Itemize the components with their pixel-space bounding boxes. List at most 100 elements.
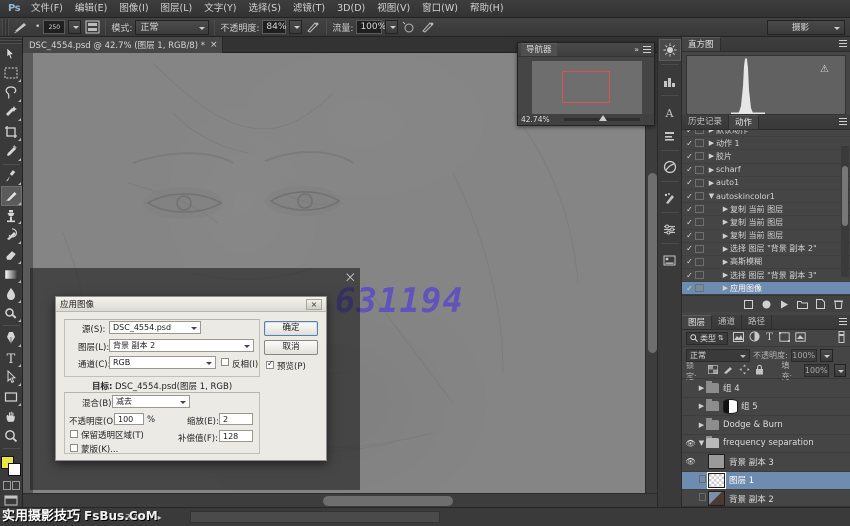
action-modal-box[interactable] bbox=[695, 258, 704, 266]
chevron-right-icon[interactable]: ▶ bbox=[707, 179, 716, 187]
dock-info-icon[interactable] bbox=[659, 249, 681, 271]
action-modal-box[interactable] bbox=[695, 245, 704, 253]
action-toggle-check[interactable]: ✓ bbox=[684, 205, 695, 214]
path-selection-tool[interactable] bbox=[1, 368, 22, 388]
stop-icon[interactable] bbox=[743, 299, 754, 310]
menu-3d[interactable]: 3D(D) bbox=[331, 0, 371, 18]
tab-history[interactable]: 历史记录 bbox=[682, 115, 729, 129]
workspace-selector[interactable]: 摄影 bbox=[767, 20, 845, 35]
action-toggle-check[interactable]: ✓ bbox=[684, 165, 695, 174]
action-row[interactable]: ✓ ▶ 复制 当前 图层 bbox=[682, 203, 850, 216]
histogram-panel-controls[interactable] bbox=[839, 40, 847, 47]
menu-edit[interactable]: 编辑(E) bbox=[69, 0, 113, 18]
navigator-thumbnail[interactable] bbox=[532, 61, 642, 116]
filter-type-icon[interactable]: T bbox=[765, 331, 774, 345]
record-icon[interactable] bbox=[761, 299, 772, 310]
brush-size-field[interactable]: 250 bbox=[43, 20, 65, 34]
panel-menu-icon[interactable] bbox=[839, 318, 847, 325]
layer-row[interactable]: 👁 ▼ frequency separation bbox=[682, 435, 850, 454]
document-tab[interactable]: DSC_4554.psd @ 42.7% (图层 1, RGB/8) * × bbox=[23, 37, 223, 53]
navigator-panel-title-bar[interactable]: 导航器 » bbox=[518, 43, 654, 57]
action-modal-box[interactable] bbox=[695, 166, 704, 174]
tab-histogram[interactable]: 直方图 bbox=[682, 37, 721, 51]
gradient-tool[interactable] bbox=[1, 265, 22, 285]
layer-select[interactable]: 背景 副本 2 bbox=[109, 339, 254, 352]
lock-all-icon[interactable] bbox=[755, 364, 764, 377]
action-row[interactable]: ✓ ▶ scharf bbox=[682, 164, 850, 177]
marquee-tool[interactable] bbox=[1, 63, 22, 83]
layer-opacity-dropdown[interactable] bbox=[820, 349, 833, 362]
dock-adjustments-icon[interactable] bbox=[659, 39, 681, 61]
color-swatches[interactable] bbox=[0, 455, 22, 477]
chevron-right-icon[interactable]: ▶ bbox=[697, 384, 706, 392]
menu-type[interactable]: 文字(Y) bbox=[198, 0, 242, 18]
collapse-icon[interactable]: » bbox=[634, 45, 639, 54]
delete-icon[interactable] bbox=[833, 299, 844, 310]
action-toggle-check[interactable]: ✓ bbox=[684, 178, 695, 187]
filter-pixel-icon[interactable] bbox=[733, 332, 744, 345]
opacity-pressure-icon[interactable] bbox=[305, 19, 321, 35]
type-tool[interactable]: T bbox=[1, 348, 22, 368]
action-toggle-check[interactable]: ✓ bbox=[684, 257, 695, 266]
new-set-icon[interactable] bbox=[797, 299, 808, 310]
shape-tool[interactable] bbox=[1, 387, 22, 407]
mask-checkbox[interactable] bbox=[70, 444, 78, 452]
flow-pressure-icon[interactable] bbox=[420, 19, 436, 35]
healing-brush-tool[interactable] bbox=[1, 167, 22, 187]
layer-mask-thumbnail[interactable] bbox=[723, 399, 738, 414]
menu-filter[interactable]: 滤镜(T) bbox=[287, 0, 331, 18]
actions-scroll-thumb[interactable] bbox=[842, 166, 848, 226]
panel-menu-icon[interactable] bbox=[839, 118, 847, 125]
navigator-view-rect[interactable] bbox=[562, 71, 610, 103]
layer-thumbnail[interactable] bbox=[708, 473, 725, 488]
blend-select[interactable]: 减去 bbox=[112, 395, 190, 408]
chevron-right-icon[interactable]: ▶ bbox=[721, 258, 730, 266]
chevron-right-icon[interactable]: ▶ bbox=[697, 421, 706, 429]
action-toggle-check[interactable]: ✓ bbox=[684, 284, 695, 293]
airbrush-icon[interactable] bbox=[401, 19, 417, 35]
action-toggle-check[interactable]: ✓ bbox=[684, 218, 695, 227]
action-modal-box[interactable] bbox=[695, 192, 704, 200]
chevron-right-icon[interactable]: ▶ bbox=[721, 232, 730, 240]
layers-panel-controls[interactable] bbox=[839, 318, 847, 325]
layer-visibility-toggle[interactable]: 👁 bbox=[684, 457, 697, 466]
action-modal-box[interactable] bbox=[695, 130, 704, 134]
chevron-down-icon[interactable]: ⇅ bbox=[718, 334, 724, 342]
layer-row-selected[interactable]: 图层 1 bbox=[682, 472, 850, 491]
channel-select[interactable]: RGB bbox=[109, 356, 216, 369]
chevron-right-icon[interactable]: ▶ bbox=[707, 139, 716, 147]
brush-tool[interactable] bbox=[1, 186, 22, 206]
layer-blend-mode-select[interactable]: 正常 bbox=[686, 349, 750, 362]
action-row[interactable]: ✓ ▶ 高斯模糊 bbox=[682, 256, 850, 269]
action-row-selected[interactable]: ✓ ▶ 应用图像 bbox=[682, 282, 850, 295]
layer-row[interactable]: ▶ Dodge & Burn bbox=[682, 416, 850, 435]
layer-row[interactable]: ▶ 组 4 bbox=[682, 379, 850, 398]
flow-dropdown[interactable] bbox=[385, 20, 398, 34]
chevron-down-icon[interactable]: ▼ bbox=[707, 192, 716, 200]
blur-tool[interactable] bbox=[1, 284, 22, 304]
filter-adjustment-icon[interactable] bbox=[749, 331, 760, 345]
brush-size-dropdown[interactable] bbox=[68, 20, 81, 34]
cancel-button[interactable]: 取消 bbox=[264, 340, 318, 355]
move-tool[interactable] bbox=[1, 44, 22, 64]
tools-panel-grip[interactable] bbox=[0, 37, 22, 44]
chevron-right-icon[interactable]: ▶ bbox=[721, 271, 730, 279]
tab-layers[interactable]: 图层 bbox=[682, 315, 712, 329]
dialog-title-bar[interactable]: 应用图像 × bbox=[56, 297, 326, 312]
hand-tool[interactable] bbox=[1, 407, 22, 427]
chevron-right-icon[interactable]: ▶ bbox=[721, 218, 730, 226]
chevron-down-icon[interactable]: ▼ bbox=[697, 439, 706, 447]
dialog-close-button[interactable]: × bbox=[306, 299, 322, 310]
action-modal-box[interactable] bbox=[695, 179, 704, 187]
action-row[interactable]: ✓ ▶ 选择 图层 "背景 副本 3" bbox=[682, 269, 850, 282]
action-toggle-check[interactable]: ✓ bbox=[684, 152, 695, 161]
tab-paths[interactable]: 路径 bbox=[742, 315, 772, 329]
dock-properties-icon[interactable] bbox=[659, 218, 681, 240]
preserve-transparency-checkbox[interactable] bbox=[70, 430, 78, 438]
dock-paragraph-icon[interactable] bbox=[659, 125, 681, 147]
action-row[interactable]: ✓ ▶ 选择 图层 "背景 副本 2" bbox=[682, 243, 850, 256]
chevron-right-icon[interactable]: ▶ bbox=[721, 205, 730, 213]
actions-list[interactable]: ✓ ▶ 默认动作 ✓ ▶ 动作 1 ✓ ▶ 胶片 ✓ ▶ schar bbox=[682, 130, 850, 295]
quick-selection-tool[interactable] bbox=[1, 103, 22, 123]
dialog-opacity-field[interactable]: 100 bbox=[114, 413, 144, 425]
